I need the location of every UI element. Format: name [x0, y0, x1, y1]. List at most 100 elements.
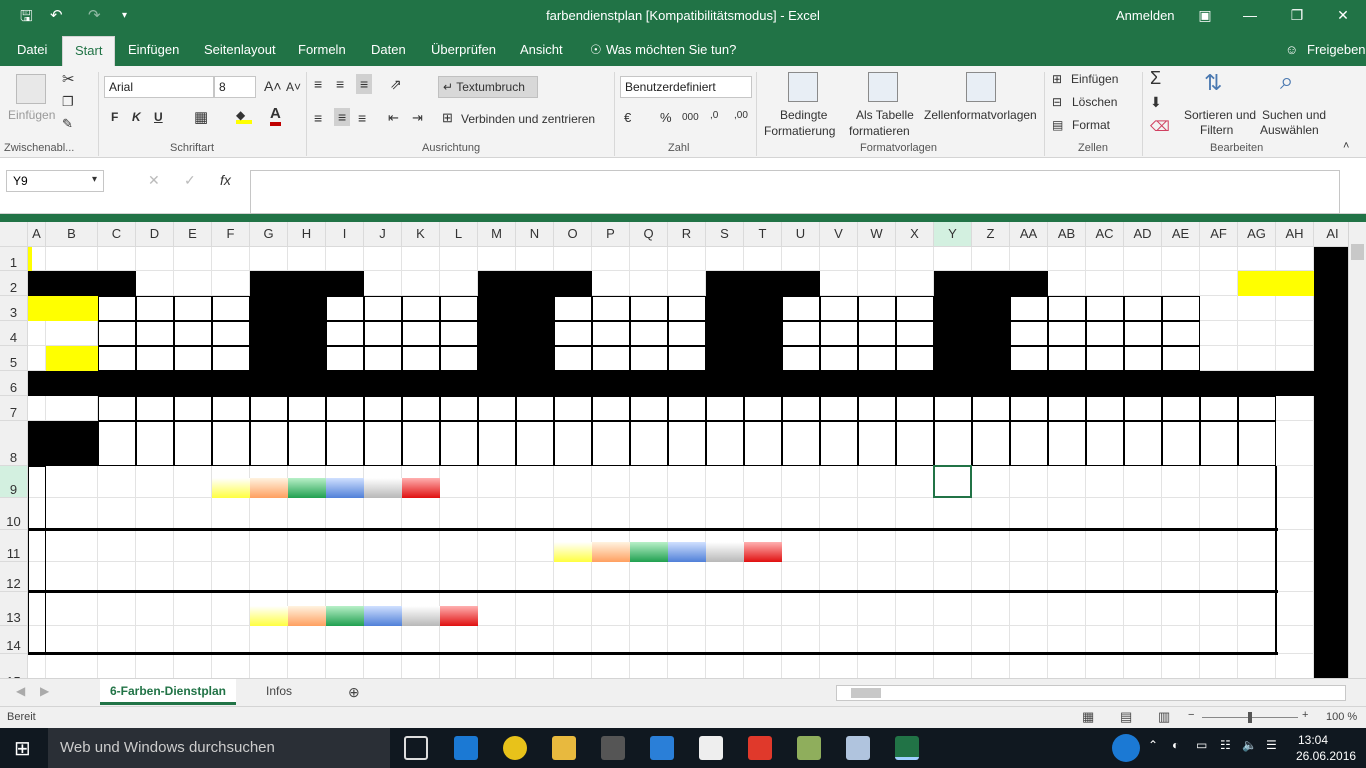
format-cells-button[interactable]: Format [1072, 118, 1110, 132]
sort-filter-label2[interactable]: Filtern [1200, 123, 1233, 137]
notification-icon[interactable]: ☰ [1266, 738, 1277, 752]
cut-icon[interactable]: ✂ [62, 70, 75, 88]
format-as-table-label1[interactable]: Als Tabelle [856, 108, 914, 122]
tab-datei[interactable]: Datei [17, 42, 47, 57]
column-header[interactable]: AI [1314, 222, 1348, 247]
column-header[interactable]: AD [1124, 222, 1162, 247]
row-header[interactable]: 9 [0, 466, 28, 498]
vertical-scrollbar[interactable] [1348, 222, 1366, 678]
windows-start-icon[interactable]: ⊞ [14, 736, 31, 761]
paste-label[interactable]: Einfügen [8, 108, 55, 122]
wrap-text-button[interactable]: ↵ Textumbruch [438, 76, 538, 98]
minimize-icon[interactable]: — [1235, 4, 1265, 26]
wps-office-icon[interactable] [748, 736, 772, 760]
column-header[interactable]: P [592, 222, 630, 247]
column-header[interactable]: L [440, 222, 478, 247]
font-name-select[interactable]: Arial [104, 76, 214, 98]
store-icon[interactable] [601, 736, 625, 760]
row-header[interactable]: 5 [0, 346, 28, 371]
shift-f1[interactable] [250, 606, 288, 626]
row-header[interactable]: 8 [0, 421, 28, 466]
row-header[interactable]: 14 [0, 626, 28, 654]
insert-function-icon[interactable]: fx [220, 172, 231, 188]
paste-icon[interactable] [16, 74, 46, 104]
shift-s2[interactable] [668, 542, 706, 562]
shift-zd[interactable] [744, 542, 782, 562]
tab-formeln[interactable]: Formeln [298, 42, 346, 57]
shift-zd[interactable] [402, 478, 440, 498]
page-break-view-icon[interactable]: ▥ [1158, 709, 1170, 725]
shift-s1[interactable] [326, 606, 364, 626]
grow-font-icon[interactable]: A˄ [264, 78, 282, 94]
volume-icon[interactable]: 🔈 [1242, 738, 1257, 752]
align-middle-icon[interactable]: ≡ [336, 76, 344, 92]
conditional-formatting-label1[interactable]: Bedingte [780, 108, 827, 122]
column-header[interactable]: AE [1162, 222, 1200, 247]
clock-time[interactable]: 13:04 [1298, 733, 1328, 747]
tab-einfuegen[interactable]: Einfügen [128, 42, 179, 57]
autosum-icon[interactable]: Σ [1150, 68, 1161, 89]
decrease-decimal-icon[interactable]: ,00 [734, 110, 748, 121]
close-icon[interactable]: ✕ [1328, 4, 1358, 26]
zoom-slider-thumb[interactable] [1248, 712, 1252, 723]
shift-s1[interactable] [630, 542, 668, 562]
row-header[interactable]: 13 [0, 592, 28, 626]
shift-s2[interactable] [326, 478, 364, 498]
row-header[interactable]: 1 [0, 247, 28, 271]
horizontal-scroll-thumb[interactable] [851, 688, 881, 698]
row-header[interactable]: 10 [0, 498, 28, 530]
column-header[interactable]: M [478, 222, 516, 247]
column-header[interactable]: N [516, 222, 554, 247]
orientation-icon[interactable]: ⇗ [390, 76, 402, 93]
collapse-ribbon-icon[interactable]: ˄ [1343, 140, 1349, 152]
column-header[interactable]: S [706, 222, 744, 247]
row-header[interactable]: 12 [0, 562, 28, 592]
bold-button[interactable]: F [111, 110, 118, 124]
shift-f2[interactable] [592, 542, 630, 562]
row-header[interactable]: 6 [0, 371, 28, 396]
horizontal-scrollbar[interactable] [836, 685, 1346, 701]
fill-icon[interactable]: ⬇ [1150, 94, 1162, 111]
column-header[interactable]: U [782, 222, 820, 247]
border-icon[interactable]: ▦ [194, 108, 208, 126]
column-header[interactable]: AA [1010, 222, 1048, 247]
align-left-icon[interactable]: ≡ [314, 110, 322, 126]
help-icon[interactable] [1112, 734, 1140, 762]
increase-decimal-icon[interactable]: ,0 [710, 110, 718, 121]
network-icon[interactable]: ☷ [1220, 738, 1231, 752]
chrome-icon[interactable] [503, 736, 527, 760]
format-painter-icon[interactable]: ✎ [62, 116, 73, 132]
row-header[interactable]: 4 [0, 321, 28, 346]
column-header[interactable]: G [250, 222, 288, 247]
next-sheet-icon[interactable]: ▶ [30, 679, 59, 705]
clear-icon[interactable]: ⌫ [1150, 118, 1170, 135]
column-header[interactable]: B [46, 222, 98, 247]
maximize-icon[interactable]: ❐ [1282, 4, 1312, 26]
fill-color-icon[interactable]: ◆ [236, 108, 252, 124]
column-header[interactable]: H [288, 222, 326, 247]
decrease-indent-icon[interactable]: ⇤ [388, 110, 399, 126]
dropbox-icon[interactable] [650, 736, 674, 760]
tab-ueberpruefen[interactable]: Überprüfen [431, 42, 496, 57]
name-box-dropdown-icon[interactable]: ▾ [92, 174, 97, 185]
file-explorer-icon[interactable] [552, 736, 576, 760]
percent-icon[interactable]: % [660, 110, 672, 125]
shift-f1[interactable] [212, 478, 250, 498]
clock-date[interactable]: 26.06.2016 [1296, 749, 1356, 763]
zoom-out-icon[interactable]: − [1188, 709, 1194, 721]
normal-view-icon[interactable]: ▦ [1082, 709, 1094, 725]
find-select-label2[interactable]: Auswählen [1260, 123, 1319, 137]
shift-f2[interactable] [288, 606, 326, 626]
align-right-icon[interactable]: ≡ [358, 110, 366, 126]
shift-s2[interactable] [364, 606, 402, 626]
merge-icon[interactable]: ⊞ [442, 110, 453, 126]
excel-taskbar-icon[interactable] [895, 736, 919, 760]
cancel-formula-icon[interactable]: ✕ [148, 172, 160, 189]
zoom-in-icon[interactable]: + [1302, 709, 1308, 721]
find-select-icon[interactable]: ⌕ [1280, 68, 1293, 96]
tab-ansicht[interactable]: Ansicht [520, 42, 563, 57]
column-header[interactable]: V [820, 222, 858, 247]
underline-button[interactable]: U [154, 110, 163, 124]
column-header[interactable]: Y [934, 222, 972, 247]
battery-icon[interactable]: ▭ [1196, 738, 1207, 752]
